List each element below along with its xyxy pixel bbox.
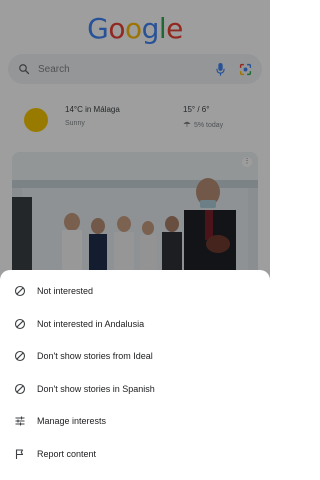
menu-item-not-interested[interactable]: Not interested [0, 275, 270, 308]
menu-item-label: Don't show stories from Ideal [37, 351, 153, 362]
menu-item-report-content[interactable]: Report content [0, 438, 270, 471]
menu-item-label: Don't show stories in Spanish [37, 383, 155, 394]
block-icon [14, 350, 26, 362]
menu-item-hide-language[interactable]: Don't show stories in Spanish [0, 373, 270, 406]
menu-item-hide-source[interactable]: Don't show stories from Ideal [0, 340, 270, 373]
menu-item-manage-interests[interactable]: Manage interests [0, 405, 270, 438]
block-icon [14, 285, 26, 297]
menu-item-not-interested-in-topic[interactable]: Not interested in Andalusia [0, 308, 270, 341]
tune-icon [14, 415, 26, 427]
menu-item-label: Manage interests [37, 416, 107, 427]
menu-item-label: Not interested [37, 286, 94, 297]
bottom-sheet-menu: Not interested Not interested in Andalus… [0, 270, 270, 480]
block-icon [14, 383, 26, 395]
block-icon [14, 318, 26, 330]
menu-item-label: Report content [37, 448, 97, 459]
menu-item-label: Not interested in Andalusia [37, 318, 145, 329]
flag-icon [14, 448, 26, 460]
